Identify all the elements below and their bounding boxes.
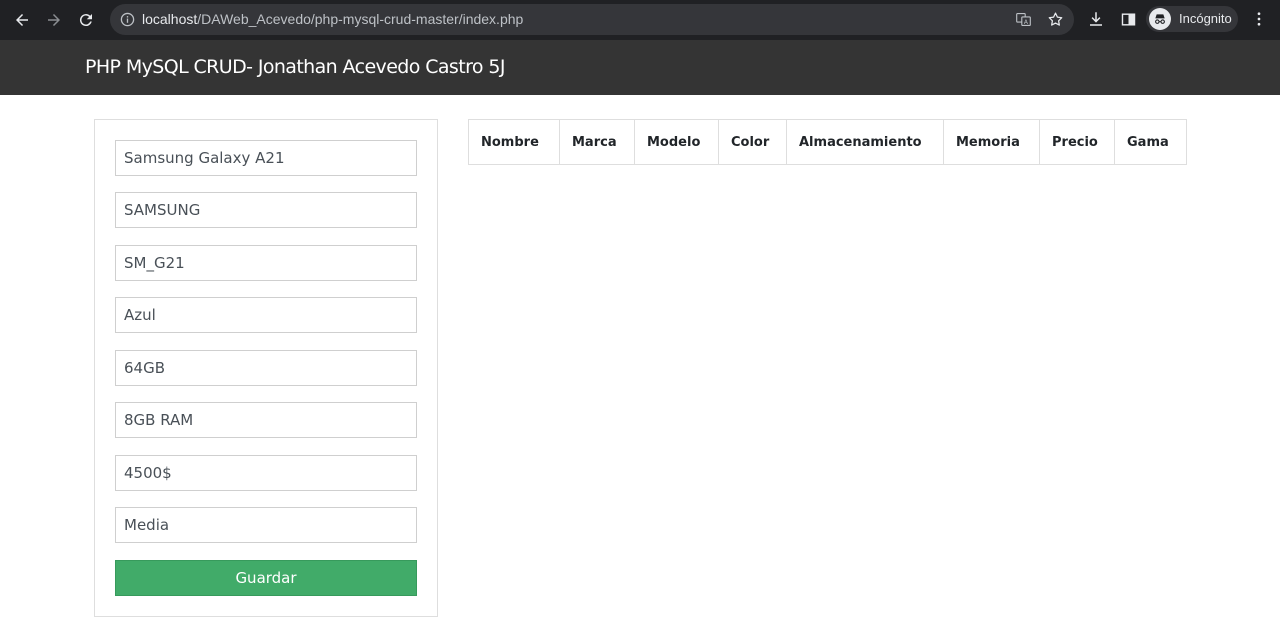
column-header-marca: Marca (559, 119, 635, 165)
gama-input[interactable] (115, 507, 417, 543)
column-header-precio: Precio (1039, 119, 1115, 165)
translate-icon[interactable]: A (1014, 10, 1033, 29)
browser-toolbar: localhost/DAWeb_Acevedo/php-mysql-crud-m… (0, 0, 1280, 40)
save-button[interactable]: Guardar (115, 560, 417, 596)
marca-input[interactable] (115, 192, 417, 228)
incognito-icon (1149, 8, 1171, 30)
url-path: /DAWeb_Acevedo/php-mysql-crud-master/ind… (197, 11, 524, 27)
color-input[interactable] (115, 297, 417, 333)
product-form-card: Guardar (94, 119, 438, 617)
url-text[interactable]: localhost/DAWeb_Acevedo/php-mysql-crud-m… (142, 11, 523, 27)
column-header-color: Color (718, 119, 787, 165)
url-host: localhost (142, 11, 198, 27)
column-header-nombre: Nombre (468, 119, 560, 165)
column-header-gama: Gama (1114, 119, 1187, 165)
download-icon[interactable] (1085, 8, 1107, 30)
almacenamiento-input[interactable] (115, 350, 417, 386)
nombre-input[interactable] (115, 140, 417, 176)
precio-input[interactable] (115, 455, 417, 491)
table-header-row: Nombre Marca Modelo Color Almacenamiento… (468, 119, 1187, 165)
side-panel-icon[interactable] (1117, 8, 1139, 30)
reload-icon[interactable] (72, 6, 100, 34)
column-header-almacenamiento: Almacenamiento (786, 119, 944, 165)
modelo-input[interactable] (115, 245, 417, 281)
navbar-brand[interactable]: PHP MySQL CRUD- Jonathan Acevedo Castro … (85, 56, 505, 78)
app-navbar: PHP MySQL CRUD- Jonathan Acevedo Castro … (0, 40, 1280, 95)
products-table: Nombre Marca Modelo Color Almacenamiento… (468, 119, 1187, 165)
forward-icon[interactable] (40, 6, 68, 34)
column-header-memoria: Memoria (943, 119, 1040, 165)
column-header-modelo: Modelo (634, 119, 719, 165)
memoria-input[interactable] (115, 402, 417, 438)
incognito-profile-button[interactable]: Incógnito (1146, 6, 1238, 32)
info-icon[interactable] (120, 12, 135, 27)
star-icon[interactable] (1046, 10, 1065, 29)
address-bar[interactable]: localhost/DAWeb_Acevedo/php-mysql-crud-m… (110, 4, 1074, 35)
incognito-label: Incógnito (1179, 11, 1232, 26)
back-icon[interactable] (8, 6, 36, 34)
menu-icon[interactable] (1248, 8, 1270, 30)
